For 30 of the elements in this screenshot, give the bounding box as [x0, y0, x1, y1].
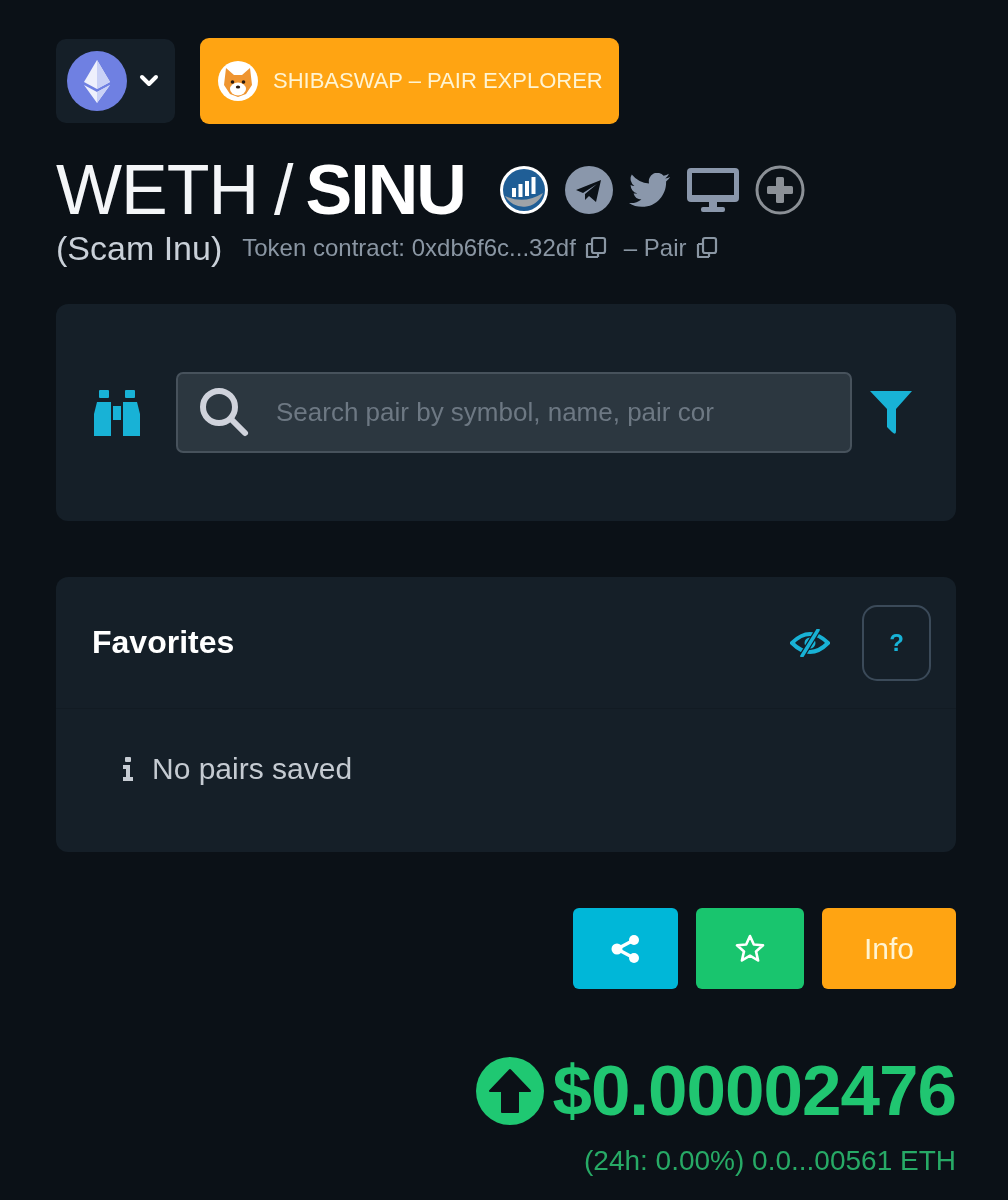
- paper-plane-icon[interactable]: [564, 166, 613, 214]
- network-selector[interactable]: [56, 39, 175, 123]
- copy-icon[interactable]: [583, 235, 608, 261]
- token-price: $0.00002476: [552, 1051, 956, 1131]
- dog-face-icon: [218, 61, 258, 101]
- share-icon: [610, 934, 641, 963]
- token-name: (Scam Inu): [56, 228, 223, 268]
- bar-chart-logo-icon[interactable]: [498, 165, 549, 215]
- empty-message: No pairs saved: [152, 752, 353, 786]
- pair-address-link[interactable]: – Pair: [623, 234, 687, 262]
- binoculars-icon: [94, 389, 140, 436]
- eye-slash-icon[interactable]: [790, 628, 830, 657]
- base-token-symbol: WETH: [56, 150, 259, 231]
- info-icon: [122, 757, 134, 781]
- copy-icon[interactable]: [694, 235, 719, 261]
- favorites-title: Favorites: [92, 624, 235, 661]
- star-icon: [735, 934, 765, 963]
- token-contract-address: Token contract: 0xdb6f6c...32df: [242, 234, 576, 262]
- quote-token-symbol: SINU: [305, 150, 465, 231]
- plus-circle-icon[interactable]: [754, 165, 805, 215]
- pair-separator: /: [274, 150, 294, 231]
- filter-icon[interactable]: [870, 390, 912, 435]
- help-button[interactable]: ?: [862, 604, 931, 681]
- search-field[interactable]: Search pair by symbol, name, pair cor: [176, 372, 852, 453]
- bird-icon[interactable]: [628, 172, 671, 208]
- search-icon: [198, 386, 250, 438]
- monitor-icon[interactable]: [686, 168, 739, 212]
- price-change: (24h: 0.00%) 0.0...00561 ETH: [584, 1145, 956, 1177]
- diamond-coin-icon: [67, 51, 127, 111]
- chevron-down-icon: [139, 74, 159, 88]
